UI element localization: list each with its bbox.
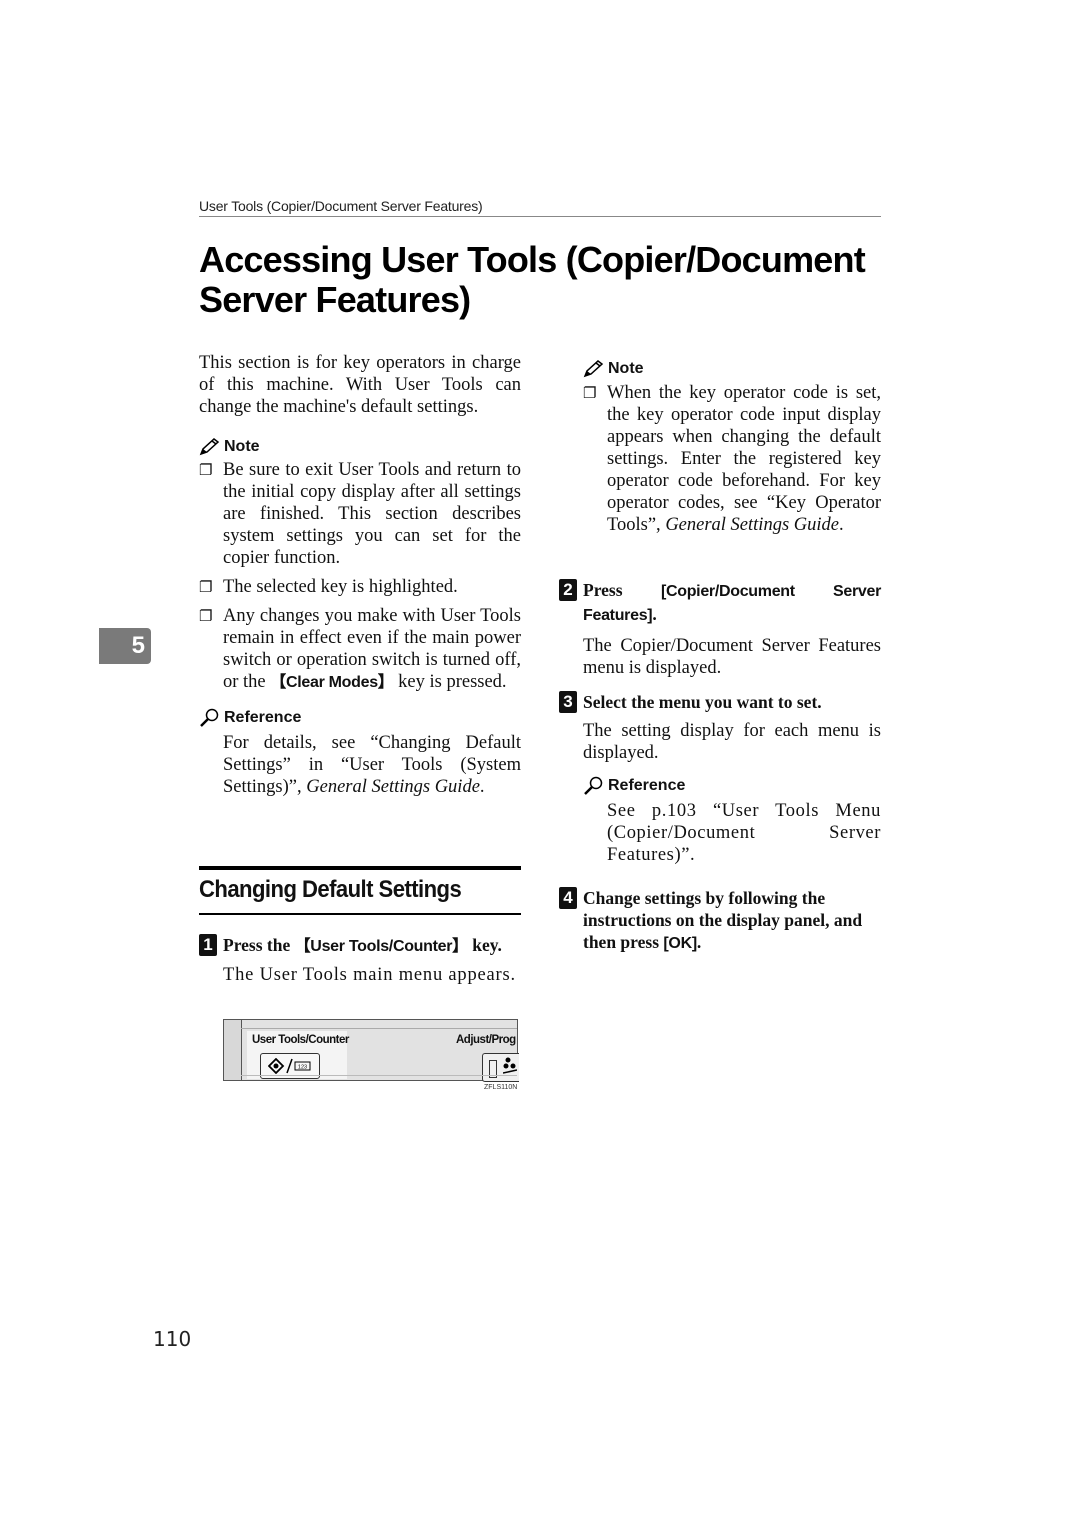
note-item-text: When the key operator code is set, the k… [607,383,881,535]
chapter-tab: 5 [99,628,151,664]
checkbox-bullet-icon: ❐ [199,578,213,596]
chapter-number: 5 [131,632,145,659]
page-number: 110 [153,1327,192,1351]
step-instruction: Press [Copier/Document Server Features]. [583,580,881,624]
step-number-badge: 1 [199,934,217,956]
adjust-prog-button[interactable] [482,1053,519,1082]
step-4: 4 Change settings by following the instr… [559,887,881,955]
checkbox-bullet-icon: ❐ [199,461,213,479]
people-icon [503,1057,517,1074]
step-3: 3 Select the menu you want to set. The s… [559,691,881,866]
pencil-icon [583,360,604,378]
guide-title: General Settings Guide [665,515,839,535]
step-number-badge: 4 [559,887,577,909]
clear-modes-key: 【Clear Modes】 [270,674,394,691]
user-tools-counter-label: User Tools/Counter [252,1034,349,1046]
step-result: The setting display for each menu is dis… [583,721,881,763]
checkbox-bullet-icon: ❐ [199,607,213,625]
section-top-rule [199,866,521,870]
right-reference-text: See p.103 “User Tools Menu (Copier/Docum… [607,801,881,865]
user-tools-icon: 123 [268,1058,311,1074]
right-column: Note ❐ When the key operator code is set… [583,360,881,536]
right-note-heading: Note [583,360,881,378]
note-item: ❐ Be sure to exit User Tools and return … [199,459,521,569]
section-title: Changing Default Settings [199,876,462,903]
user-tools-counter-key: 【User Tools/Counter】 [294,938,469,955]
left-reference-heading: Reference [199,708,521,728]
left-column: This section is for key operators in cha… [199,352,521,798]
step-2: 2 Press [Copier/Document Server Features… [559,579,881,679]
figure-caption: ZFLS110N [484,1084,518,1091]
step-number-badge: 2 [559,579,577,601]
note-item: ❐ When the key operator code is set, the… [583,382,881,536]
magnifier-icon [584,776,603,795]
running-header: User Tools (Copier/Document Server Featu… [199,198,483,214]
step-result: The Copier/Document Server Features menu… [583,636,881,678]
ok-key: [OK] [663,935,697,952]
pencil-icon [199,438,220,456]
section-bottom-rule [199,913,521,915]
page-title: Accessing User Tools (Copier/Document Se… [199,239,866,320]
magnifier-icon [200,708,219,727]
note-item-text: Be sure to exit User Tools and return to… [223,460,521,568]
step-1: 1 Press the 【User Tools/Counter】 key. Th… [199,934,521,986]
step-number-badge: 3 [559,691,577,713]
note-item: ❐ The selected key is highlighted. [199,576,521,598]
panel-line [241,1075,517,1076]
control-panel-figure: User Tools/Counter Adjust/Prog 123 [223,1019,519,1082]
left-note-heading: Note [199,438,521,456]
step-instruction: Press the 【User Tools/Counter】 key. [223,935,502,955]
reference-label: Reference [224,709,302,726]
panel-edge [224,1020,242,1080]
guide-title: General Settings Guide [306,777,480,797]
note-item-text: The selected key is highlighted. [223,577,458,597]
checkbox-bullet-icon: ❐ [583,384,597,402]
note-label: Note [224,438,260,455]
reference-label: Reference [608,777,686,794]
right-reference-heading: Reference [583,776,881,796]
note-item-text: Any changes you make with User Tools rem… [223,606,521,692]
step-instruction: Change settings by following the instruc… [583,888,863,952]
adjust-prog-label: Adjust/Prog [456,1034,516,1046]
header-divider [199,216,881,217]
svg-text:123: 123 [298,1065,307,1071]
left-reference-text: For details, see “Changing Default Setti… [223,733,521,797]
step-instruction: Select the menu you want to set. [583,692,822,712]
step-result: The User Tools main menu appears. [223,965,516,985]
intro-paragraph: This section is for key operators in cha… [199,353,521,417]
note-label: Note [608,360,644,377]
panel-line [241,1028,517,1029]
note-item: ❐ Any changes you make with User Tools r… [199,605,521,694]
